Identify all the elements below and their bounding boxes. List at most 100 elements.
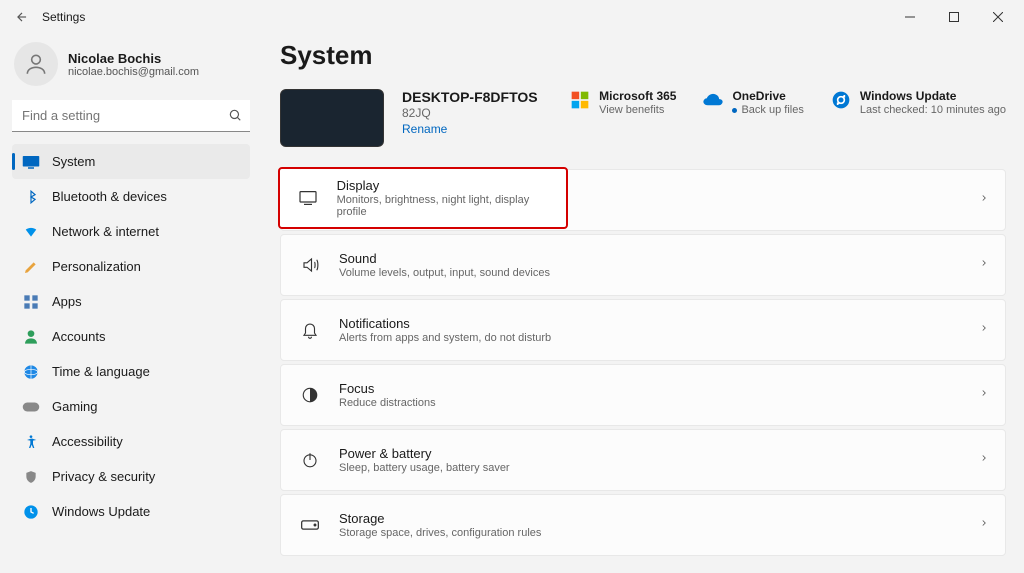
sound-icon: [299, 254, 321, 276]
nav-item-apps[interactable]: Apps: [12, 284, 250, 319]
rename-link[interactable]: Rename: [402, 122, 538, 136]
status-onedrive[interactable]: OneDrive Back up files: [702, 89, 803, 116]
nav-item-time[interactable]: Time & language: [12, 354, 250, 389]
status-sub: View benefits: [599, 104, 676, 116]
wifi-icon: [22, 223, 40, 241]
brush-icon: [22, 258, 40, 276]
search-box: [12, 100, 250, 132]
nav-item-network[interactable]: Network & internet: [12, 214, 250, 249]
search-icon: [228, 108, 242, 127]
nav-item-label: Accounts: [52, 329, 105, 344]
bell-icon: [299, 319, 321, 341]
nav-item-label: Network & internet: [52, 224, 159, 239]
setting-title: Notifications: [339, 316, 551, 331]
nav-item-label: Gaming: [52, 399, 98, 414]
nav-item-personalization[interactable]: Personalization: [12, 249, 250, 284]
focus-icon: [299, 384, 321, 406]
status-title: Windows Update: [860, 89, 1006, 103]
close-button[interactable]: [976, 2, 1020, 32]
nav-item-gaming[interactable]: Gaming: [12, 389, 250, 424]
system-icon: [22, 153, 40, 171]
chevron-right-icon: [979, 516, 989, 534]
nav-item-label: Bluetooth & devices: [52, 189, 167, 204]
chevron-right-icon: [979, 451, 989, 469]
device-row: DESKTOP-F8DFTOS 82JQ Rename Microsoft 36…: [280, 89, 1006, 147]
accessibility-icon: [22, 433, 40, 451]
user-name: Nicolae Bochis: [68, 51, 199, 66]
window-controls: [888, 2, 1020, 32]
setting-title: Display: [337, 178, 548, 193]
maximize-icon: [949, 12, 959, 22]
settings-list: Display Monitors, brightness, night ligh…: [280, 169, 1006, 556]
windows-update-icon: [830, 89, 852, 111]
setting-power[interactable]: Power & battery Sleep, battery usage, ba…: [280, 429, 1006, 491]
setting-sub: Storage space, drives, configuration rul…: [339, 527, 541, 539]
setting-sub: Sleep, battery usage, battery saver: [339, 462, 510, 474]
main-content: System DESKTOP-F8DFTOS 82JQ Rename Micro…: [262, 34, 1024, 573]
nav-item-label: Personalization: [52, 259, 141, 274]
nav-item-label: Accessibility: [52, 434, 123, 449]
user-block[interactable]: Nicolae Bochis nicolae.bochis@gmail.com: [14, 42, 250, 86]
minimize-icon: [905, 12, 915, 22]
avatar: [14, 42, 58, 86]
nav-item-accessibility[interactable]: Accessibility: [12, 424, 250, 459]
chevron-right-icon: [979, 321, 989, 339]
nav-item-label: Apps: [52, 294, 82, 309]
titlebar: Settings: [0, 0, 1024, 34]
accounts-icon: [22, 328, 40, 346]
onedrive-icon: [702, 89, 724, 111]
nav-item-label: Windows Update: [52, 504, 150, 519]
setting-sub: Reduce distractions: [339, 397, 436, 409]
power-icon: [299, 449, 321, 471]
back-button[interactable]: [8, 3, 36, 31]
globe-icon: [22, 363, 40, 381]
status-m365[interactable]: Microsoft 365 View benefits: [569, 89, 676, 116]
setting-title: Sound: [339, 251, 550, 266]
nav-item-privacy[interactable]: Privacy & security: [12, 459, 250, 494]
chevron-right-icon: [979, 386, 989, 404]
setting-title: Storage: [339, 511, 541, 526]
setting-title: Power & battery: [339, 446, 510, 461]
page-title: System: [280, 40, 1006, 71]
close-icon: [993, 12, 1003, 22]
device-thumbnail[interactable]: [280, 89, 384, 147]
setting-focus[interactable]: Focus Reduce distractions: [280, 364, 1006, 426]
setting-sound[interactable]: Sound Volume levels, output, input, soun…: [280, 234, 1006, 296]
minimize-button[interactable]: [888, 2, 932, 32]
person-icon: [23, 51, 49, 77]
user-email: nicolae.bochis@gmail.com: [68, 66, 199, 78]
setting-title: Focus: [339, 381, 436, 396]
nav-item-label: System: [52, 154, 95, 169]
arrow-left-icon: [15, 10, 29, 24]
chevron-right-icon: [979, 191, 989, 209]
setting-notifications[interactable]: Notifications Alerts from apps and syste…: [280, 299, 1006, 361]
storage-icon: [299, 514, 321, 536]
gamepad-icon: [22, 398, 40, 416]
nav-item-label: Privacy & security: [52, 469, 155, 484]
nav-item-system[interactable]: System: [12, 144, 250, 179]
nav-item-accounts[interactable]: Accounts: [12, 319, 250, 354]
window-title: Settings: [42, 10, 85, 24]
setting-display[interactable]: Display Monitors, brightness, night ligh…: [278, 167, 568, 229]
setting-storage[interactable]: Storage Storage space, drives, configura…: [280, 494, 1006, 556]
apps-icon: [22, 293, 40, 311]
status-title: Microsoft 365: [599, 89, 676, 103]
status-update[interactable]: Windows Update Last checked: 10 minutes …: [830, 89, 1006, 116]
maximize-button[interactable]: [932, 2, 976, 32]
device-model: 82JQ: [402, 106, 538, 120]
display-icon: [298, 187, 319, 209]
shield-icon: [22, 468, 40, 486]
sidebar: Nicolae Bochis nicolae.bochis@gmail.com …: [0, 34, 262, 573]
nav: System Bluetooth & devices Network & int…: [12, 144, 250, 529]
setting-sub: Alerts from apps and system, do not dist…: [339, 332, 551, 344]
setting-sub: Volume levels, output, input, sound devi…: [339, 267, 550, 279]
setting-sub: Monitors, brightness, night light, displ…: [337, 194, 548, 218]
nav-item-update[interactable]: Windows Update: [12, 494, 250, 529]
nav-item-bluetooth[interactable]: Bluetooth & devices: [12, 179, 250, 214]
status-sub: Back up files: [732, 104, 803, 116]
search-input[interactable]: [12, 100, 250, 132]
bluetooth-icon: [22, 188, 40, 206]
chevron-right-icon: [979, 256, 989, 274]
m365-icon: [569, 89, 591, 111]
status-title: OneDrive: [732, 89, 803, 103]
